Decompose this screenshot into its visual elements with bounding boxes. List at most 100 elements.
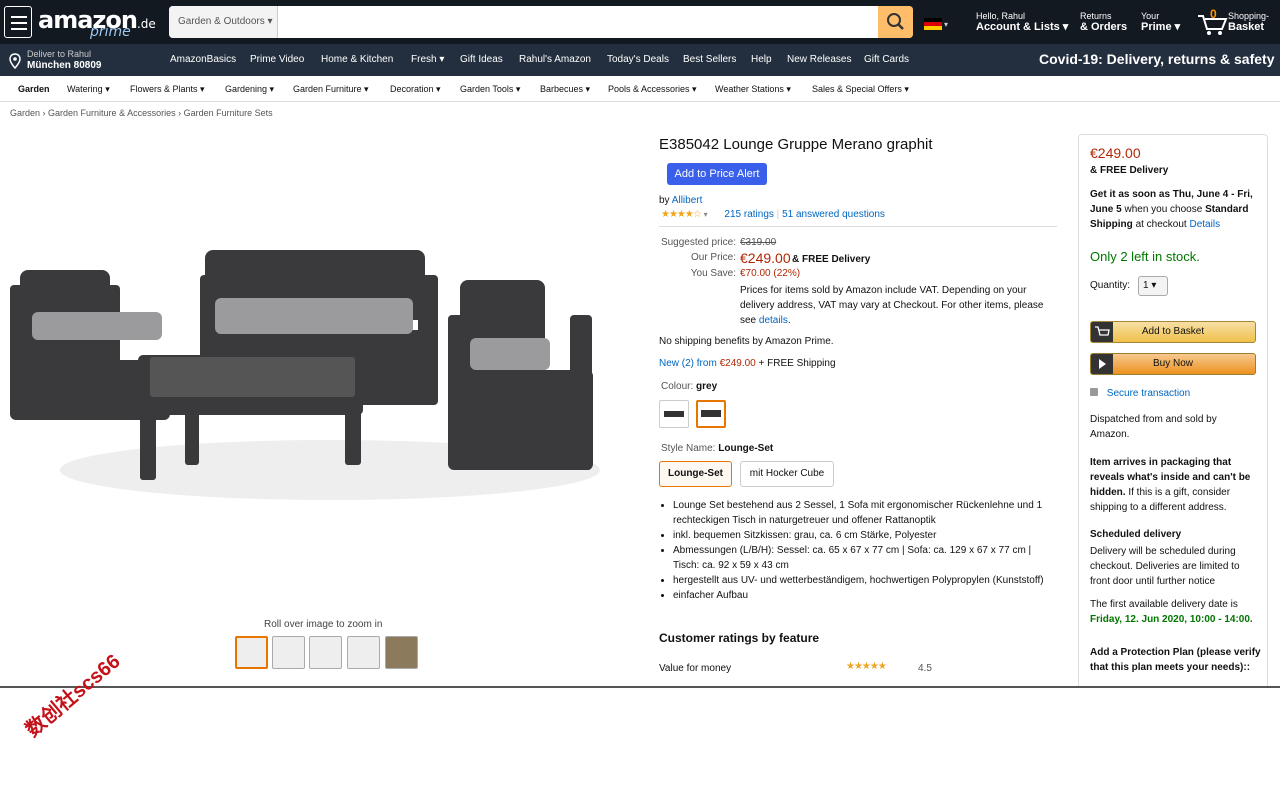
you-save-label: You Save: — [690, 268, 736, 279]
account-menu[interactable]: Hello, Rahul Account & Lists ▾ — [976, 11, 1068, 33]
language-chevron-icon: ▾ — [944, 20, 949, 29]
language-flag-icon[interactable] — [924, 18, 942, 30]
bullet-item: Abmessungen (L/B/H): Sessel: ca. 65 x 67… — [673, 543, 1054, 573]
ratings-feature-heading: Customer ratings by feature — [659, 631, 820, 645]
search-icon — [887, 13, 904, 30]
product-title: E385042 Lounge Gruppe Merano graphit — [659, 136, 933, 153]
nav-link-amazonbasics[interactable]: AmazonBasics — [170, 54, 236, 65]
you-save-value: €70.00 (22%) — [740, 268, 801, 279]
colour-row: Colour: grey — [661, 381, 718, 392]
breadcrumb: Garden › Garden Furniture & Accessories … — [10, 108, 273, 118]
breadcrumb-garden-furniture[interactable]: Garden Furniture & Accessories — [48, 108, 176, 118]
add-to-basket-button[interactable]: Add to Basket — [1090, 321, 1256, 343]
nav-link-rahuls-amazon[interactable]: Rahul's Amazon — [519, 54, 591, 65]
delivery-estimate: Get it as soon as Thu, June 4 - Fri, Jun… — [1090, 189, 1253, 230]
nav-link-new-releases[interactable]: New Releases — [787, 54, 851, 65]
basket-count: 0 — [1210, 7, 1217, 21]
thumbnail-2[interactable] — [272, 636, 305, 669]
viewport-divider — [0, 686, 1280, 688]
category-flowers-plants[interactable]: Flowers & Plants ▾ — [130, 84, 205, 95]
play-icon — [1091, 354, 1113, 374]
suggested-price-label: Suggested price: — [660, 237, 736, 248]
bullet-item: Lounge Set bestehend aus 2 Sessel, 1 Sof… — [673, 498, 1054, 528]
category-garden-furniture[interactable]: Garden Furniture ▾ — [293, 84, 369, 95]
bullet-item: inkl. bequemen Sitzkissen: grau, ca. 6 c… — [673, 528, 1054, 543]
divider — [659, 226, 1057, 227]
thumbnail-5[interactable] — [385, 636, 418, 669]
category-garden[interactable]: Garden — [18, 84, 50, 94]
bullet-item: einfacher Aufbau — [673, 588, 1054, 603]
nav-link-gift-ideas[interactable]: Gift Ideas — [460, 54, 503, 65]
first-delivery-date: The first available delivery date is Fri… — [1090, 599, 1253, 625]
breadcrumb-garden-furniture-sets[interactable]: Garden Furniture Sets — [184, 108, 273, 118]
new-offers-line: New (2) from €249.00 + FREE Shipping — [659, 358, 836, 369]
your-prime-menu[interactable]: Your Prime ▾ — [1141, 11, 1180, 33]
category-pools-accessories[interactable]: Pools & Accessories ▾ — [608, 84, 697, 95]
quantity-select[interactable]: 1 ▾ — [1138, 276, 1168, 296]
category-gardening[interactable]: Gardening ▾ — [225, 84, 274, 95]
thumbnail-3[interactable] — [309, 636, 342, 669]
secure-transaction[interactable]: Secure transaction — [1090, 388, 1190, 399]
category-watering[interactable]: Watering ▾ — [67, 84, 110, 95]
breadcrumb-garden[interactable]: Garden — [10, 108, 40, 118]
bullet-item: hergestellt aus UV- und wetterbeständige… — [673, 573, 1054, 588]
suggested-price: €319.00 — [740, 237, 777, 248]
feature-stars-icon: ★★★★★ — [846, 661, 887, 672]
buy-now-button[interactable]: Buy Now — [1090, 353, 1256, 375]
thumbnail-1[interactable] — [235, 636, 268, 669]
ratings-count-link[interactable]: 215 ratings — [724, 209, 773, 220]
top-navbar: amazon.de prime Garden & Outdoors ▾ ▾ He… — [0, 0, 1280, 44]
nav-link-help[interactable]: Help — [751, 54, 772, 65]
feature-bullets: Lounge Set bestehend aus 2 Sessel, 1 Sof… — [659, 498, 1054, 603]
nav-link-prime-video[interactable]: Prime Video — [250, 54, 304, 65]
feature-score: 4.5 — [918, 663, 932, 674]
add-to-price-alert-button[interactable]: Add to Price Alert — [667, 163, 767, 185]
category-barbecues[interactable]: Barbecues ▾ — [540, 84, 590, 95]
location-pin-icon — [9, 53, 21, 72]
lock-icon — [1090, 388, 1098, 396]
amazon-logo[interactable]: amazon.de prime — [38, 6, 156, 40]
hamburger-menu-icon[interactable] — [4, 6, 32, 38]
category-sales-special-offers[interactable]: Sales & Special Offers ▾ — [812, 84, 909, 95]
delivery-details-link[interactable]: Details — [1190, 219, 1221, 230]
rating-chevron-icon[interactable]: ▾ — [704, 210, 708, 219]
our-price-label: Our Price: — [690, 252, 736, 263]
style-option-lounge-set[interactable]: Lounge-Set — [659, 461, 732, 487]
thumbnail-4[interactable] — [347, 636, 380, 669]
nav-link-fresh[interactable]: Fresh ▾ — [411, 54, 444, 65]
search-button[interactable] — [878, 6, 913, 38]
nav-link-best-sellers[interactable]: Best Sellers — [683, 54, 736, 65]
shipping-note: No shipping benefits by Amazon Prime. — [659, 336, 834, 347]
our-price: €249.00 — [740, 250, 791, 266]
star-rating-icon[interactable]: ★★★★☆ — [661, 209, 702, 220]
covid-banner-link[interactable]: Covid-19: Delivery, returns & safety — [1039, 51, 1275, 67]
nav-link-todays-deals[interactable]: Today's Deals — [607, 54, 669, 65]
protection-plan-heading: Add a Protection Plan (please verify tha… — [1090, 647, 1261, 673]
basket-link[interactable]: Shopping- Basket — [1228, 11, 1269, 33]
brand-line: by Allibert — [659, 195, 703, 206]
colour-swatch-1[interactable] — [659, 400, 689, 428]
returns-orders-link[interactable]: Returns & Orders — [1080, 11, 1127, 33]
nav-link-gift-cards[interactable]: Gift Cards — [864, 54, 909, 65]
nav-link-home-kitchen[interactable]: Home & Kitchen — [321, 54, 393, 65]
answered-questions-link[interactable]: 51 answered questions — [782, 209, 885, 220]
brand-link[interactable]: Allibert — [672, 195, 703, 206]
category-garden-tools[interactable]: Garden Tools ▾ — [460, 84, 520, 95]
vat-note: Prices for items sold by Amazon include … — [740, 285, 1044, 326]
deliver-to-link[interactable]: Deliver to Rahul München 80809 — [27, 49, 101, 71]
packaging-note: Item arrives in packaging that reveals w… — [1090, 457, 1251, 513]
new-offers-link[interactable]: New (2) from — [659, 358, 717, 369]
feature-name: Value for money — [659, 663, 732, 674]
colour-swatch-2[interactable] — [696, 400, 726, 428]
search-category-select[interactable]: Garden & Outdoors ▾ — [169, 6, 278, 38]
buybox-price: €249.00 — [1090, 145, 1141, 161]
basket-icon[interactable]: 0 — [1196, 7, 1230, 36]
scheduled-text: Delivery will be scheduled during checko… — [1090, 546, 1240, 587]
search-input[interactable] — [279, 6, 877, 38]
category-decoration[interactable]: Decoration ▾ — [390, 84, 441, 95]
vat-details-link[interactable]: details — [759, 315, 788, 326]
category-weather-stations[interactable]: Weather Stations ▾ — [715, 84, 791, 95]
main-product-image[interactable] — [10, 240, 640, 510]
blank-area — [0, 688, 1280, 800]
style-option-mit-hocker[interactable]: mit Hocker Cube — [740, 461, 834, 487]
